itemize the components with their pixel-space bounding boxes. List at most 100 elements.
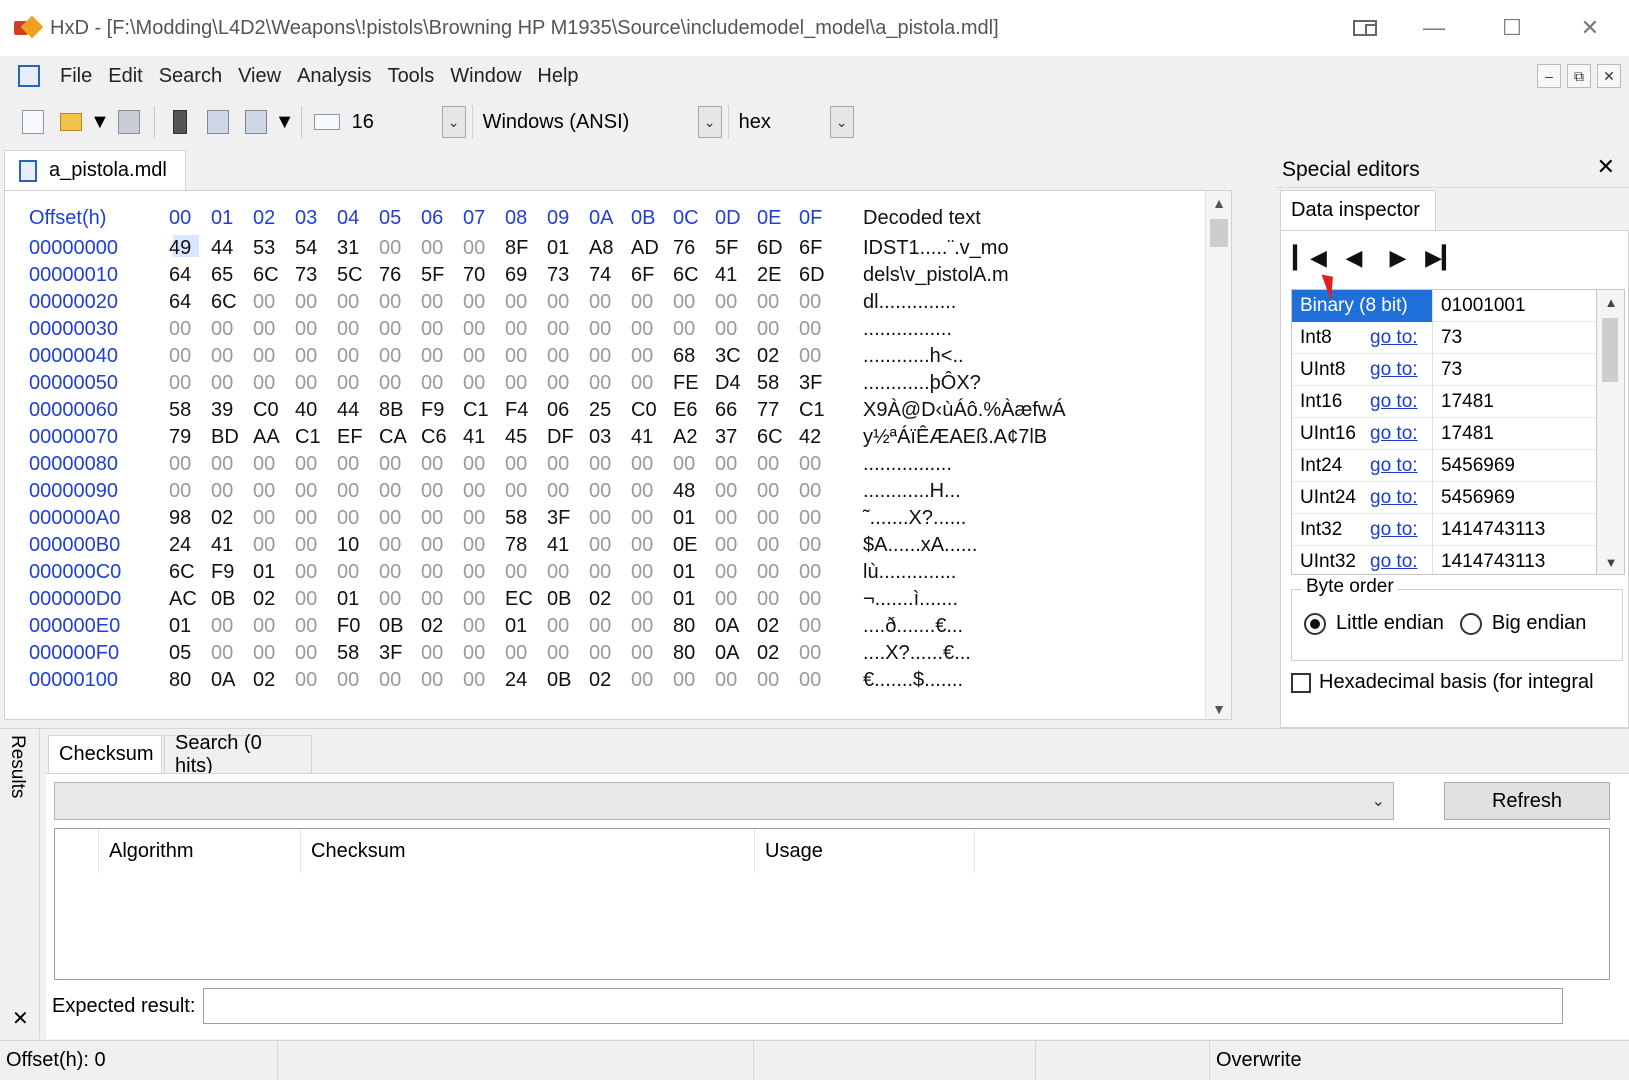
goto-link[interactable]: go to: xyxy=(1370,551,1432,573)
menu-edit[interactable]: Edit xyxy=(100,65,150,88)
hex-byte[interactable]: 44 xyxy=(211,237,253,260)
hex-byte[interactable]: 00 xyxy=(547,615,589,638)
hex-byte[interactable]: 00 xyxy=(715,507,757,530)
hex-byte[interactable]: 00 xyxy=(757,669,799,692)
mdi-close-button[interactable]: ✕ xyxy=(1597,64,1621,88)
hex-byte[interactable]: 5C xyxy=(337,264,379,287)
hex-byte[interactable]: F0 xyxy=(337,615,379,638)
hex-byte[interactable]: 41 xyxy=(547,534,589,557)
type-value[interactable]: 73 xyxy=(1432,353,1462,386)
offset-base-select[interactable]: hex ⌄ xyxy=(727,105,854,139)
hex-byte[interactable]: 00 xyxy=(631,480,673,503)
hex-byte[interactable]: 01 xyxy=(169,615,211,638)
hex-byte[interactable]: C6 xyxy=(421,426,463,449)
hex-byte[interactable]: 00 xyxy=(799,480,841,503)
hex-byte[interactable]: 74 xyxy=(589,264,631,287)
hex-byte[interactable]: 00 xyxy=(589,345,631,368)
hex-byte[interactable]: 58 xyxy=(169,399,211,422)
data-inspector-row[interactable]: UInt24 go to: 5456969 xyxy=(1292,481,1596,514)
hex-byte[interactable]: F4 xyxy=(505,399,547,422)
scroll-up-icon[interactable]: ▲ xyxy=(1206,191,1231,215)
hex-byte[interactable]: 00 xyxy=(631,345,673,368)
hex-byte[interactable]: 54 xyxy=(295,237,337,260)
decoded-text[interactable]: dl.............. xyxy=(863,291,956,314)
hex-byte[interactable]: 00 xyxy=(799,318,841,341)
hex-byte[interactable]: 01 xyxy=(673,507,715,530)
hex-byte[interactable]: 00 xyxy=(631,291,673,314)
hex-byte[interactable]: 00 xyxy=(421,561,463,584)
hex-byte[interactable]: 00 xyxy=(169,453,211,476)
hex-byte[interactable]: 00 xyxy=(295,480,337,503)
hex-byte[interactable]: 69 xyxy=(505,264,547,287)
scroll-down-icon[interactable]: ▼ xyxy=(1206,697,1231,719)
hex-byte[interactable]: 00 xyxy=(463,615,505,638)
hex-byte[interactable]: 00 xyxy=(463,669,505,692)
hex-byte[interactable]: 00 xyxy=(757,534,799,557)
menu-analysis[interactable]: Analysis xyxy=(289,65,379,88)
hex-byte[interactable]: BD xyxy=(211,426,253,449)
hex-byte[interactable]: 00 xyxy=(715,561,757,584)
hex-byte[interactable]: 44 xyxy=(337,399,379,422)
hex-byte[interactable]: 00 xyxy=(757,453,799,476)
decoded-text[interactable]: ¬.......ì....... xyxy=(863,588,958,611)
hex-byte[interactable]: 00 xyxy=(673,291,715,314)
hex-byte[interactable]: AD xyxy=(631,237,673,260)
hex-byte[interactable]: 70 xyxy=(463,264,505,287)
close-icon[interactable]: ✕ xyxy=(1597,154,1615,180)
open-dropdown-icon[interactable]: ▼ xyxy=(90,111,110,134)
hex-byte[interactable]: 00 xyxy=(463,372,505,395)
hex-byte[interactable]: 00 xyxy=(547,480,589,503)
hex-byte[interactable]: 53 xyxy=(253,237,295,260)
hex-byte[interactable]: 00 xyxy=(421,534,463,557)
hex-byte[interactable]: 00 xyxy=(421,453,463,476)
hex-byte[interactable]: CA xyxy=(379,426,421,449)
hex-byte[interactable]: 24 xyxy=(169,534,211,557)
hex-byte[interactable]: 0B xyxy=(547,588,589,611)
hex-byte[interactable]: 00 xyxy=(253,345,295,368)
hex-byte[interactable]: 00 xyxy=(673,318,715,341)
hex-byte[interactable]: 02 xyxy=(253,669,295,692)
decoded-text[interactable]: ................ xyxy=(863,318,952,341)
hex-byte[interactable]: 00 xyxy=(799,345,841,368)
hex-byte[interactable]: 00 xyxy=(463,291,505,314)
hex-byte[interactable]: 40 xyxy=(295,399,337,422)
hex-byte[interactable]: 00 xyxy=(253,615,295,638)
hex-byte[interactable]: 65 xyxy=(211,264,253,287)
hex-byte[interactable]: 58 xyxy=(757,372,799,395)
goto-link[interactable]: go to: xyxy=(1370,519,1432,541)
hex-byte[interactable]: 25 xyxy=(589,399,631,422)
hex-byte[interactable]: 02 xyxy=(589,669,631,692)
hex-byte[interactable]: 00 xyxy=(547,561,589,584)
hex-byte[interactable]: 00 xyxy=(631,561,673,584)
hex-byte[interactable]: 02 xyxy=(589,588,631,611)
hex-byte[interactable]: 00 xyxy=(757,318,799,341)
hex-byte[interactable]: 00 xyxy=(379,534,421,557)
hex-byte[interactable]: 41 xyxy=(715,264,757,287)
new-file-button[interactable] xyxy=(17,106,49,138)
menu-help[interactable]: Help xyxy=(529,65,586,88)
data-inspector-row[interactable]: UInt32 go to: 1414743113 xyxy=(1292,545,1596,574)
bytes-per-row-select[interactable]: 16 ⌄ xyxy=(346,105,466,139)
hex-byte[interactable]: 3F xyxy=(379,642,421,665)
hex-byte[interactable]: 00 xyxy=(295,291,337,314)
type-value[interactable]: 17481 xyxy=(1432,417,1494,450)
hex-byte[interactable]: 00 xyxy=(421,291,463,314)
decoded-text[interactable]: ˜.......X?...... xyxy=(863,507,966,530)
hex-byte[interactable]: 00 xyxy=(757,561,799,584)
hex-byte[interactable]: 78 xyxy=(505,534,547,557)
hex-row[interactable]: 00000000 49 44 53 54 31 00 00 00 8F 01 A8 AD 76 5F 6D 6F… xyxy=(29,235,1009,262)
hex-byte[interactable]: 6D xyxy=(757,237,799,260)
menu-view[interactable]: View xyxy=(230,65,289,88)
hex-byte[interactable]: 41 xyxy=(631,426,673,449)
hex-byte[interactable]: 8B xyxy=(379,399,421,422)
hex-byte[interactable]: 00 xyxy=(547,642,589,665)
expected-result-input[interactable] xyxy=(203,988,1564,1024)
hex-byte[interactable]: 77 xyxy=(757,399,799,422)
hex-byte[interactable]: 00 xyxy=(463,534,505,557)
next-icon[interactable]: ▶ xyxy=(1383,243,1413,273)
hex-byte[interactable]: 00 xyxy=(379,480,421,503)
close-icon[interactable]: ✕ xyxy=(12,1006,29,1031)
hex-byte[interactable]: 00 xyxy=(337,345,379,368)
hex-byte[interactable]: 00 xyxy=(463,507,505,530)
decoded-text[interactable]: ............H... xyxy=(863,480,961,503)
